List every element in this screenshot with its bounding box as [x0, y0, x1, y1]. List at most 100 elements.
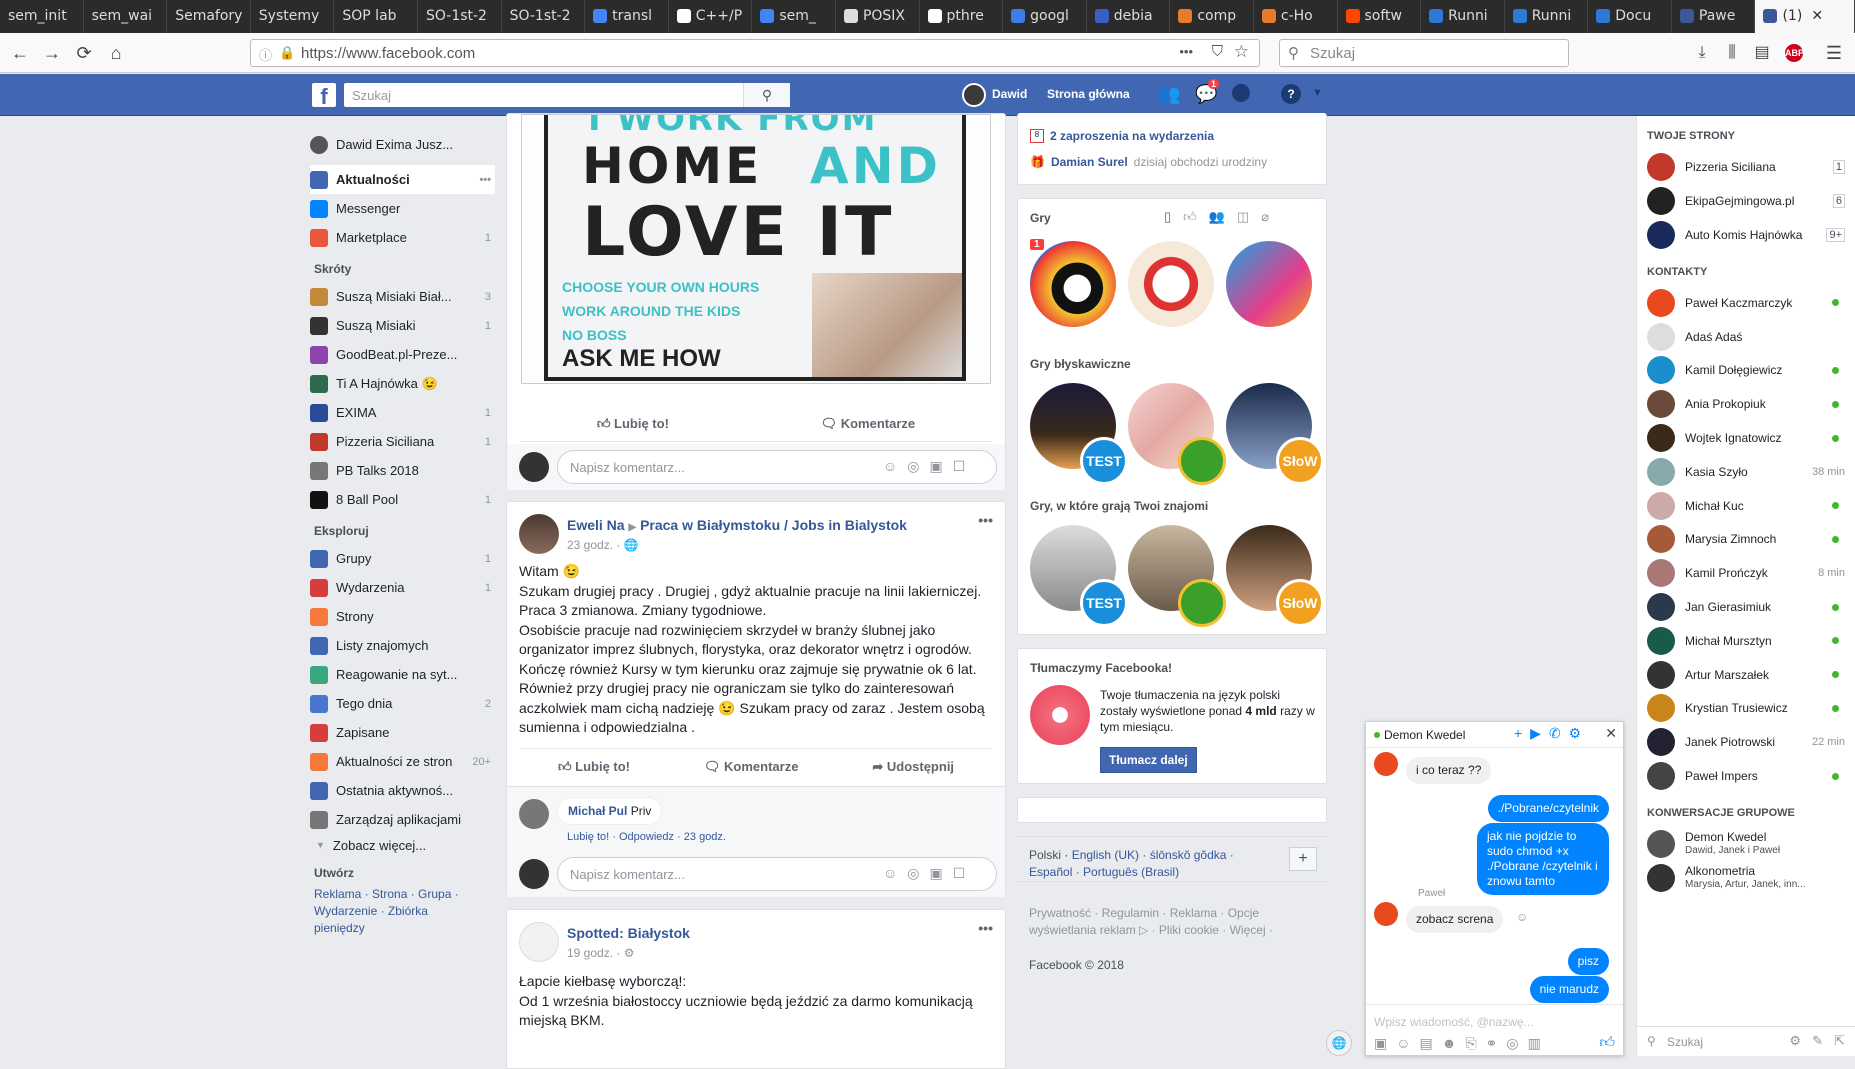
browser-tab[interactable]: transl: [585, 0, 669, 33]
sidebar-toggle-icon[interactable]: ▤: [1750, 41, 1774, 65]
birthday-row[interactable]: 🎁 Damian Surel dzisiaj obchodzi urodziny: [1030, 155, 1267, 169]
close-icon[interactable]: ✕: [1811, 8, 1823, 33]
notifications-icon[interactable]: [1232, 84, 1250, 102]
contact-item[interactable]: Kamil Prończyk 8 min: [1637, 556, 1855, 590]
contact-item[interactable]: Krystian Trusiewicz: [1637, 692, 1855, 726]
sidebar-item[interactable]: Suszą Misiaki 1: [310, 311, 495, 340]
sidebar-item[interactable]: Zapisane: [310, 718, 495, 747]
browser-tab[interactable]: softw: [1338, 0, 1422, 33]
reaction-icon[interactable]: ☺: [1516, 910, 1528, 924]
sidebar-item[interactable]: GoodBeat.pl-Preze...: [310, 340, 495, 369]
forward-button[interactable]: →: [40, 41, 64, 65]
sidebar-item[interactable]: Marketplace 1: [310, 223, 495, 252]
browser-tab[interactable]: pthre: [920, 0, 1004, 33]
reload-button[interactable]: ⟳: [72, 41, 96, 65]
group-conversation-item[interactable]: Demon Kwedel Dawid, Janek i Paweł: [1637, 827, 1855, 861]
contact-item[interactable]: Ania Prokopiuk: [1637, 387, 1855, 421]
sidebar-item[interactable]: Ostatnia aktywnoś...: [310, 776, 495, 805]
game-clown[interactable]: [1126, 239, 1216, 329]
post-author[interactable]: Spotted: Białystok: [567, 925, 690, 941]
contact-item[interactable]: Wojtek Ignatowicz: [1637, 421, 1855, 455]
games-filter-icons[interactable]: ▯👍︎👥◫⌀: [1164, 209, 1281, 225]
comment-author[interactable]: Michał Pul: [568, 804, 627, 818]
contact-item[interactable]: Paweł Impers: [1637, 759, 1855, 793]
chat-title[interactable]: Demon Kwedel: [1384, 728, 1465, 742]
home-button[interactable]: ⌂: [104, 41, 128, 65]
profile-link[interactable]: Dawid: [992, 87, 1027, 101]
translate-button[interactable]: Tłumacz dalej: [1100, 747, 1197, 773]
info-icon[interactable]: ⓘ: [259, 45, 272, 64]
sidebar-item[interactable]: EXIMA 1: [310, 398, 495, 427]
expand-icon[interactable]: ⇱: [1834, 1033, 1845, 1049]
comment-button[interactable]: 🗨 Komentarze: [704, 749, 799, 784]
contact-item[interactable]: Marysia Zimnoch: [1637, 523, 1855, 557]
game-8-ball-pool[interactable]: [1028, 239, 1118, 329]
facebook-search-input[interactable]: Szukaj: [344, 83, 790, 107]
sidebar-item[interactable]: Wydarzenia 1: [310, 573, 495, 602]
chat-search-input[interactable]: Szukaj: [1667, 1035, 1703, 1049]
see-more-link[interactable]: ▼ Zobacz więcej...: [310, 834, 495, 856]
like-button[interactable]: 👍︎ Lubię to!: [558, 749, 630, 784]
sidebar-item[interactable]: Suszą Misiaki Biał... 3: [310, 282, 495, 311]
contact-item[interactable]: Michał Kuc: [1637, 489, 1855, 523]
game-bubble[interactable]: [1224, 239, 1314, 329]
comment-input-icons[interactable]: ☺◎▣☐: [883, 865, 975, 882]
browser-tab[interactable]: Runni: [1421, 0, 1505, 33]
chat-tools[interactable]: ▣☺▤☻⎘⚭◎▥: [1374, 1035, 1550, 1052]
comment-actions[interactable]: Lubię to! · Odpowiedz · 23 godz.: [567, 831, 726, 843]
browser-tab[interactable]: c-Ho: [1254, 0, 1338, 33]
browser-tab[interactable]: comp: [1170, 0, 1254, 33]
browser-tab[interactable]: Runni: [1505, 0, 1589, 33]
back-button[interactable]: ←: [8, 41, 32, 65]
search-button[interactable]: ⚲: [743, 83, 790, 107]
avatar[interactable]: [962, 83, 986, 107]
close-icon[interactable]: ✕: [1605, 725, 1617, 742]
library-icon[interactable]: ⫼: [1720, 41, 1744, 65]
avatar[interactable]: [519, 514, 559, 554]
thumbs-up-icon[interactable]: 👍︎: [1599, 1034, 1615, 1052]
contact-item[interactable]: Jan Gierasimiuk: [1637, 590, 1855, 624]
sidebar-item[interactable]: 8 Ball Pool 1: [310, 485, 495, 514]
sidebar-item[interactable]: Grupy 1: [310, 544, 495, 573]
browser-tab[interactable]: C++/P: [669, 0, 753, 33]
sidebar-item[interactable]: Listy znajomych: [310, 631, 495, 660]
post-group[interactable]: Praca w Białymstoku / Jobs in Bialystok: [640, 517, 907, 533]
post-time[interactable]: 19 godz. · ⚙: [567, 946, 634, 960]
browser-tab[interactable]: Docu: [1588, 0, 1672, 33]
browser-tab[interactable]: SOP lab: [334, 0, 418, 33]
comment-input-icons[interactable]: ☺◎▣☐: [883, 458, 975, 475]
home-link[interactable]: Strona główna: [1047, 87, 1130, 101]
help-icon[interactable]: ?: [1281, 84, 1301, 104]
gear-icon[interactable]: ⚙: [1789, 1033, 1801, 1049]
post-image[interactable]: I WORK FROM HOME AND LOVE IT CHOOSE YOUR…: [521, 114, 991, 384]
browser-tab[interactable]: Semafory: [167, 0, 251, 33]
browser-search-field[interactable]: ⚲ Szukaj: [1279, 39, 1569, 67]
like-button[interactable]: 👍︎ Lubię to!: [597, 406, 669, 441]
browser-tab[interactable]: SO-1st-2: [418, 0, 502, 33]
contact-item[interactable]: Kamil Dołęgiewicz: [1637, 354, 1855, 388]
contact-item[interactable]: Artur Marszałek: [1637, 658, 1855, 692]
sidebar-item[interactable]: Pizzeria Siciliana 1: [310, 427, 495, 456]
facebook-logo[interactable]: f: [312, 83, 336, 109]
chevron-down-icon[interactable]: ▼: [1312, 87, 1323, 99]
chat-header[interactable]: Demon Kwedel +▶✆⚙ ✕: [1366, 722, 1623, 748]
sidebar-item[interactable]: Zarządzaj aplikacjami: [310, 805, 495, 834]
sidebar-item[interactable]: Reagowanie na syt...: [310, 660, 495, 689]
create-links[interactable]: Reklama · Strona · Grupa · Wydarzenie · …: [310, 886, 480, 937]
browser-tab[interactable]: debia: [1087, 0, 1171, 33]
sidebar-item[interactable]: Ti A Hajnówka 😉: [310, 369, 495, 398]
browser-tab[interactable]: googl: [1003, 0, 1087, 33]
post-options-icon[interactable]: •••: [978, 512, 993, 528]
avatar[interactable]: [519, 799, 549, 829]
sidebar-item[interactable]: Strony: [310, 602, 495, 631]
page-item[interactable]: Auto Komis Hajnówka 9+: [1637, 218, 1855, 252]
contact-item[interactable]: Paweł Kaczmarczyk: [1637, 286, 1855, 320]
browser-tab[interactable]: sem_: [752, 0, 836, 33]
bookmark-star-icon[interactable]: ☆: [1234, 42, 1249, 62]
post-author[interactable]: Eweli Na: [567, 517, 625, 533]
sidebar-item[interactable]: Aktualności •••: [310, 165, 495, 194]
group-conversation-item[interactable]: Alkonometria Marysia, Artur, Janek, inn..…: [1637, 861, 1855, 895]
browser-tab[interactable]: Systemy: [251, 0, 335, 33]
friend-requests-icon[interactable]: 👥: [1158, 84, 1180, 105]
chat-header-icons[interactable]: +▶✆⚙: [1514, 725, 1589, 742]
